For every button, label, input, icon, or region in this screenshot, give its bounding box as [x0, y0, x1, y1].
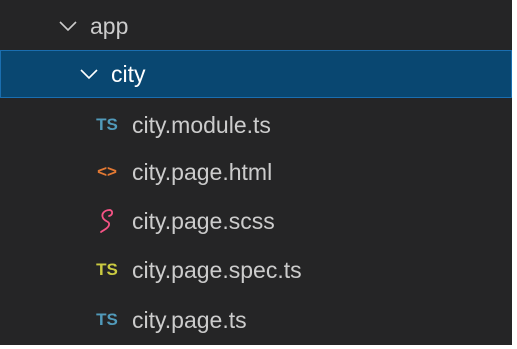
file-label: city.page.html	[132, 158, 273, 185]
file-row-city-module-ts[interactable]: TS city.module.ts	[0, 101, 512, 149]
file-explorer-tree: app city TS city.module.ts <> city.page.…	[0, 0, 512, 345]
file-row-city-page-ts[interactable]: TS city.page.ts	[0, 296, 512, 344]
html-icon: <>	[97, 162, 117, 181]
file-label: city.page.ts	[132, 306, 247, 333]
typescript-icon: TS	[96, 115, 118, 134]
file-label: city.page.scss	[132, 207, 275, 234]
folder-label: app	[90, 12, 129, 39]
folder-row-app[interactable]: app	[0, 2, 512, 50]
typescript-icon: TS	[96, 310, 118, 329]
typescript-spec-icon: TS	[96, 260, 118, 279]
file-row-city-page-spec-ts[interactable]: TS city.page.spec.ts	[0, 246, 512, 294]
file-label: city.module.ts	[132, 111, 271, 138]
file-label: city.page.spec.ts	[132, 256, 302, 283]
file-row-city-page-scss[interactable]: city.page.scss	[0, 197, 512, 245]
chevron-down-icon	[79, 64, 99, 84]
folder-label: city	[111, 60, 146, 87]
folder-row-city[interactable]: city	[0, 50, 512, 98]
file-row-city-page-html[interactable]: <> city.page.html	[0, 148, 512, 196]
sass-icon	[92, 208, 122, 234]
chevron-down-icon	[58, 16, 78, 36]
